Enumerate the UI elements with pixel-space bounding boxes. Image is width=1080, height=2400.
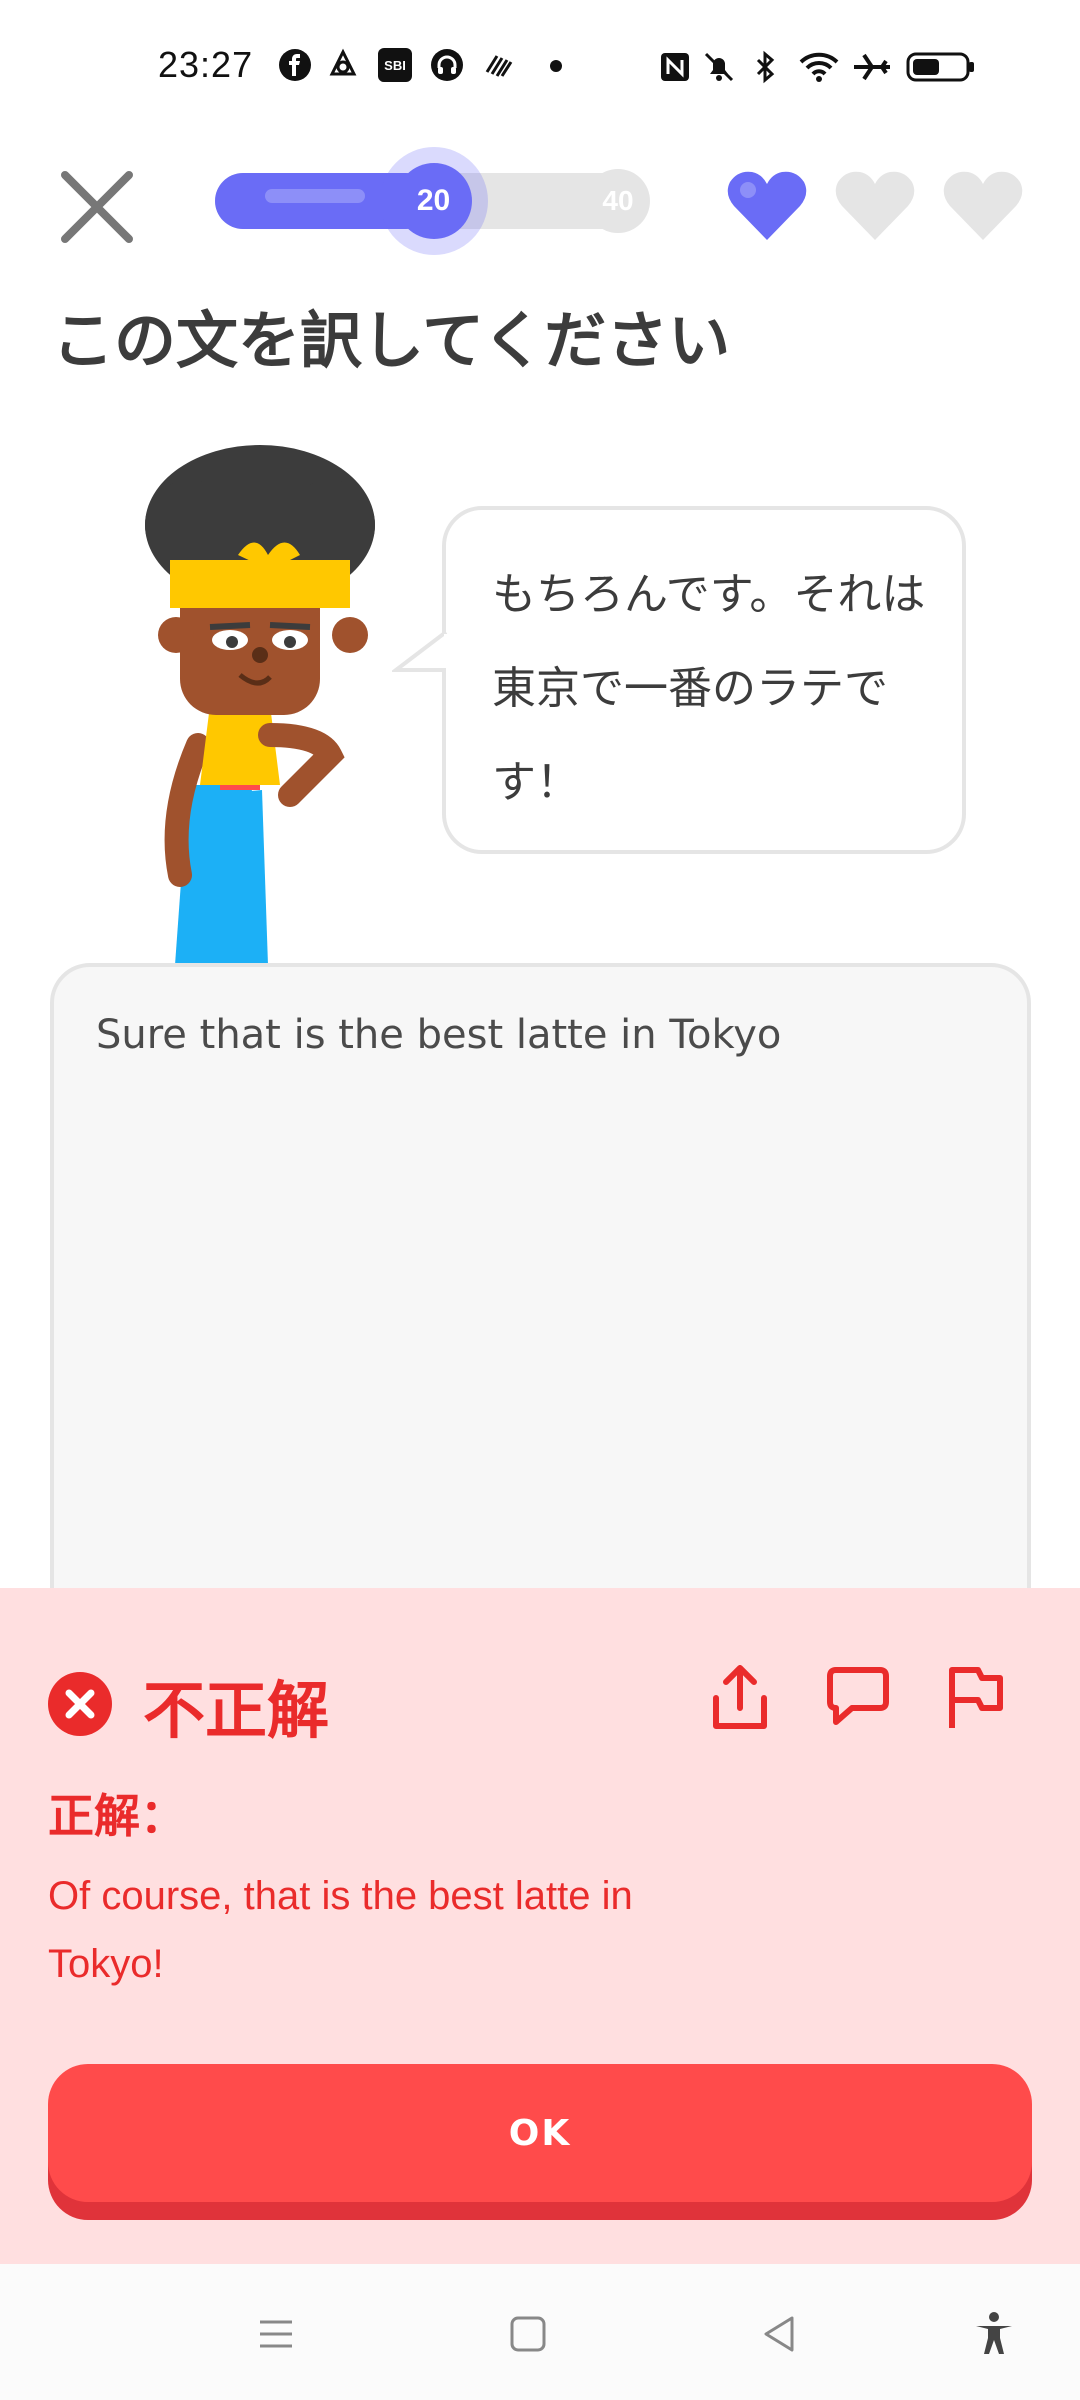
flag-icon[interactable] [938, 1660, 1014, 1736]
status-time: 23:27 [158, 44, 254, 85]
wifi-icon [799, 52, 839, 82]
speech-bubble-tail [392, 630, 448, 672]
nfc-icon [661, 53, 689, 81]
character-illustration [145, 445, 375, 965]
home-icon[interactable] [504, 2310, 552, 2358]
heart-filled-icon [727, 171, 807, 240]
app2-icon [485, 55, 513, 77]
headset-icon [431, 49, 463, 81]
dot-icon [550, 60, 562, 72]
facebook-icon [279, 49, 311, 81]
progress-current: 20 [395, 163, 472, 239]
mute-icon [704, 52, 734, 82]
answer-textarea[interactable] [50, 963, 1031, 1663]
menu-icon[interactable] [252, 2310, 300, 2358]
share-icon[interactable] [702, 1660, 778, 1736]
answer-text: Sure that is the best latte in Tokyo [96, 1012, 782, 1058]
lesson-progress-bar: 40 20 [215, 147, 650, 255]
app-icon [329, 48, 357, 76]
comment-icon[interactable] [820, 1660, 896, 1736]
feedback-title: 不正解 [143, 1674, 330, 1747]
progress-shine [265, 189, 365, 203]
progress-total: 40 [586, 169, 650, 233]
correct-answer-label: 正解： [48, 1789, 186, 1843]
back-icon[interactable] [756, 2310, 804, 2358]
sbi-icon: SBI [378, 48, 412, 82]
status-bar: 23:27 SBI [0, 0, 1080, 130]
airplane-icon [854, 53, 890, 81]
accessibility-icon[interactable] [970, 2310, 1018, 2358]
correct-answer-text: Of course, that is the best latte in Tok… [48, 1874, 633, 1986]
page-title: この文を訳してください [52, 304, 731, 377]
bluetooth-icon [756, 50, 775, 84]
heart-empty-icon [835, 171, 915, 240]
speech-text: もちろんです。それは東京で一番のラテです！ [492, 569, 926, 808]
battery-icon [906, 52, 974, 82]
heart-empty-icon [943, 171, 1023, 240]
close-icon[interactable] [55, 165, 139, 249]
ok-button[interactable]: OK [48, 2064, 1032, 2202]
incorrect-icon [48, 1672, 112, 1736]
